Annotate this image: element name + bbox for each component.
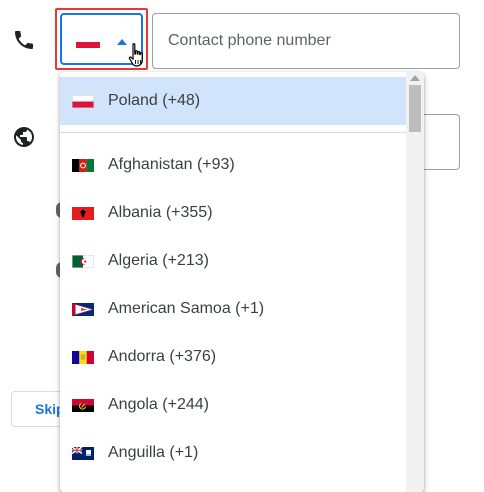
option-label: Poland (+48): [108, 92, 201, 109]
phone-number-input[interactable]: [152, 13, 460, 69]
option-label: Algeria (+213): [108, 252, 209, 269]
hand-cursor-icon: [128, 43, 143, 67]
country-option[interactable]: Algeria (+213): [60, 237, 406, 285]
option-label: Anguilla (+1): [108, 444, 199, 461]
globe-icon: [14, 127, 34, 147]
country-option[interactable]: American Samoa (+1): [60, 285, 406, 333]
country-option-selected[interactable]: Poland (+48): [60, 77, 406, 125]
scroll-up-arrow-icon[interactable]: [410, 75, 420, 81]
afghanistan-flag-icon: [72, 158, 94, 172]
algeria-flag-icon: [72, 254, 94, 268]
option-label: Albania (+355): [108, 204, 213, 221]
scrollbar-thumb[interactable]: [409, 85, 421, 132]
country-option[interactable]: Anguilla (+1): [60, 429, 406, 477]
country-option[interactable]: Angola (+244): [60, 381, 406, 429]
angola-flag-icon: [72, 398, 94, 412]
dropdown-scrollbar[interactable]: [406, 72, 424, 492]
option-label: Andorra (+376): [108, 348, 217, 365]
poland-flag-icon: [72, 94, 94, 108]
country-option[interactable]: Andorra (+376): [60, 333, 406, 381]
country-option[interactable]: Afghanistan (+93): [60, 141, 406, 189]
anguilla-flag-icon: [72, 446, 94, 460]
option-label: Angola (+244): [108, 396, 209, 413]
country-option[interactable]: Albania (+355): [60, 189, 406, 237]
option-label: American Samoa (+1): [108, 300, 265, 317]
american-samoa-flag-icon: [72, 302, 94, 316]
phone-icon: [15, 31, 33, 49]
country-dropdown: Poland (+48) Afghanistan (+93) Albania (…: [60, 72, 424, 492]
divider: [60, 132, 406, 133]
andorra-flag-icon: [72, 350, 94, 364]
albania-flag-icon: [72, 206, 94, 220]
option-label: Afghanistan (+93): [108, 156, 235, 173]
